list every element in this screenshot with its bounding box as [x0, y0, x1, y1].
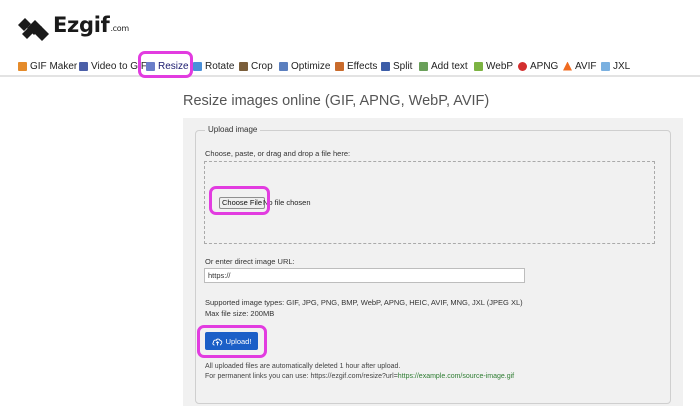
nav-item-label: AVIF: [575, 60, 597, 72]
nav-item-label: Add text: [431, 60, 468, 72]
nav-item-label: Rotate: [205, 60, 235, 72]
max-file-size-text: Max file size: 200MB: [205, 309, 275, 318]
nav-item-label: Optimize: [291, 60, 331, 72]
apng-icon: [518, 61, 527, 71]
choose-file-label: Choose, paste, or drag and drop a file h…: [205, 149, 351, 158]
upload-button-highlight: [197, 325, 267, 358]
choose-file-highlight: [209, 186, 270, 215]
ezgif-logo-icon: [18, 18, 49, 41]
permanent-link-note: For permanent links you can use: https:/…: [205, 373, 515, 380]
nav-item-apng[interactable]: APNG: [518, 58, 558, 74]
auto-delete-note: All uploaded files are automatically del…: [205, 363, 401, 370]
nav-item-label: Split: [393, 60, 413, 72]
nav-item-label: APNG: [530, 60, 559, 72]
nav-item-optimize[interactable]: Optimize: [279, 58, 330, 74]
nav-item-label: GIF Maker: [30, 60, 78, 72]
nav-item-rotate[interactable]: Rotate: [193, 58, 234, 74]
nav-item-video-to-gif[interactable]: Video to GIF: [79, 58, 147, 74]
example-url-link[interactable]: https://example.com/source-image.gif: [398, 373, 514, 380]
nav-item-webp[interactable]: WebP: [474, 58, 513, 74]
nav-item-split[interactable]: Split: [381, 58, 412, 74]
upload-legend: Upload image: [205, 125, 261, 134]
logo-wordmark: Ezgif.com: [53, 13, 129, 37]
nav-item-gif-maker[interactable]: GIF Maker: [18, 58, 77, 74]
resize-tab-highlight: [138, 51, 193, 78]
crop-icon: [239, 61, 248, 71]
page-title: Resize images online (GIF, APNG, WebP, A…: [183, 93, 490, 109]
film-icon: [79, 61, 88, 71]
main-nav: GIF Maker Video to GIF Resize Rotate Cro…: [0, 55, 700, 77]
image-url-input[interactable]: https://: [204, 268, 525, 283]
gif-maker-icon: [18, 61, 27, 71]
ezgif-logo[interactable]: Ezgif.com: [18, 12, 129, 42]
avif-icon: [563, 61, 572, 71]
jxl-icon: [601, 61, 610, 71]
url-label: Or enter direct image URL:: [205, 257, 295, 266]
supported-types-text: Supported image types: GIF, JPG, PNG, BM…: [205, 298, 523, 307]
nav-item-avif[interactable]: AVIF: [563, 58, 596, 74]
effects-icon: [335, 61, 344, 71]
nav-item-add-text[interactable]: Add text: [419, 58, 468, 74]
nav-item-crop[interactable]: Crop: [239, 58, 273, 74]
file-status-text: No file chosen: [263, 198, 311, 207]
nav-item-label: JXL: [613, 60, 631, 72]
nav-item-label: Crop: [251, 60, 273, 72]
nav-item-label: WebP: [486, 60, 514, 72]
nav-item-jxl[interactable]: JXL: [601, 58, 630, 74]
optimize-icon: [279, 61, 288, 71]
rotate-icon: [193, 61, 202, 71]
add-text-icon: [419, 61, 428, 71]
nav-item-effects[interactable]: Effects: [335, 58, 377, 74]
webp-icon: [474, 61, 483, 71]
nav-item-label: Effects: [347, 60, 378, 72]
split-icon: [381, 61, 390, 71]
